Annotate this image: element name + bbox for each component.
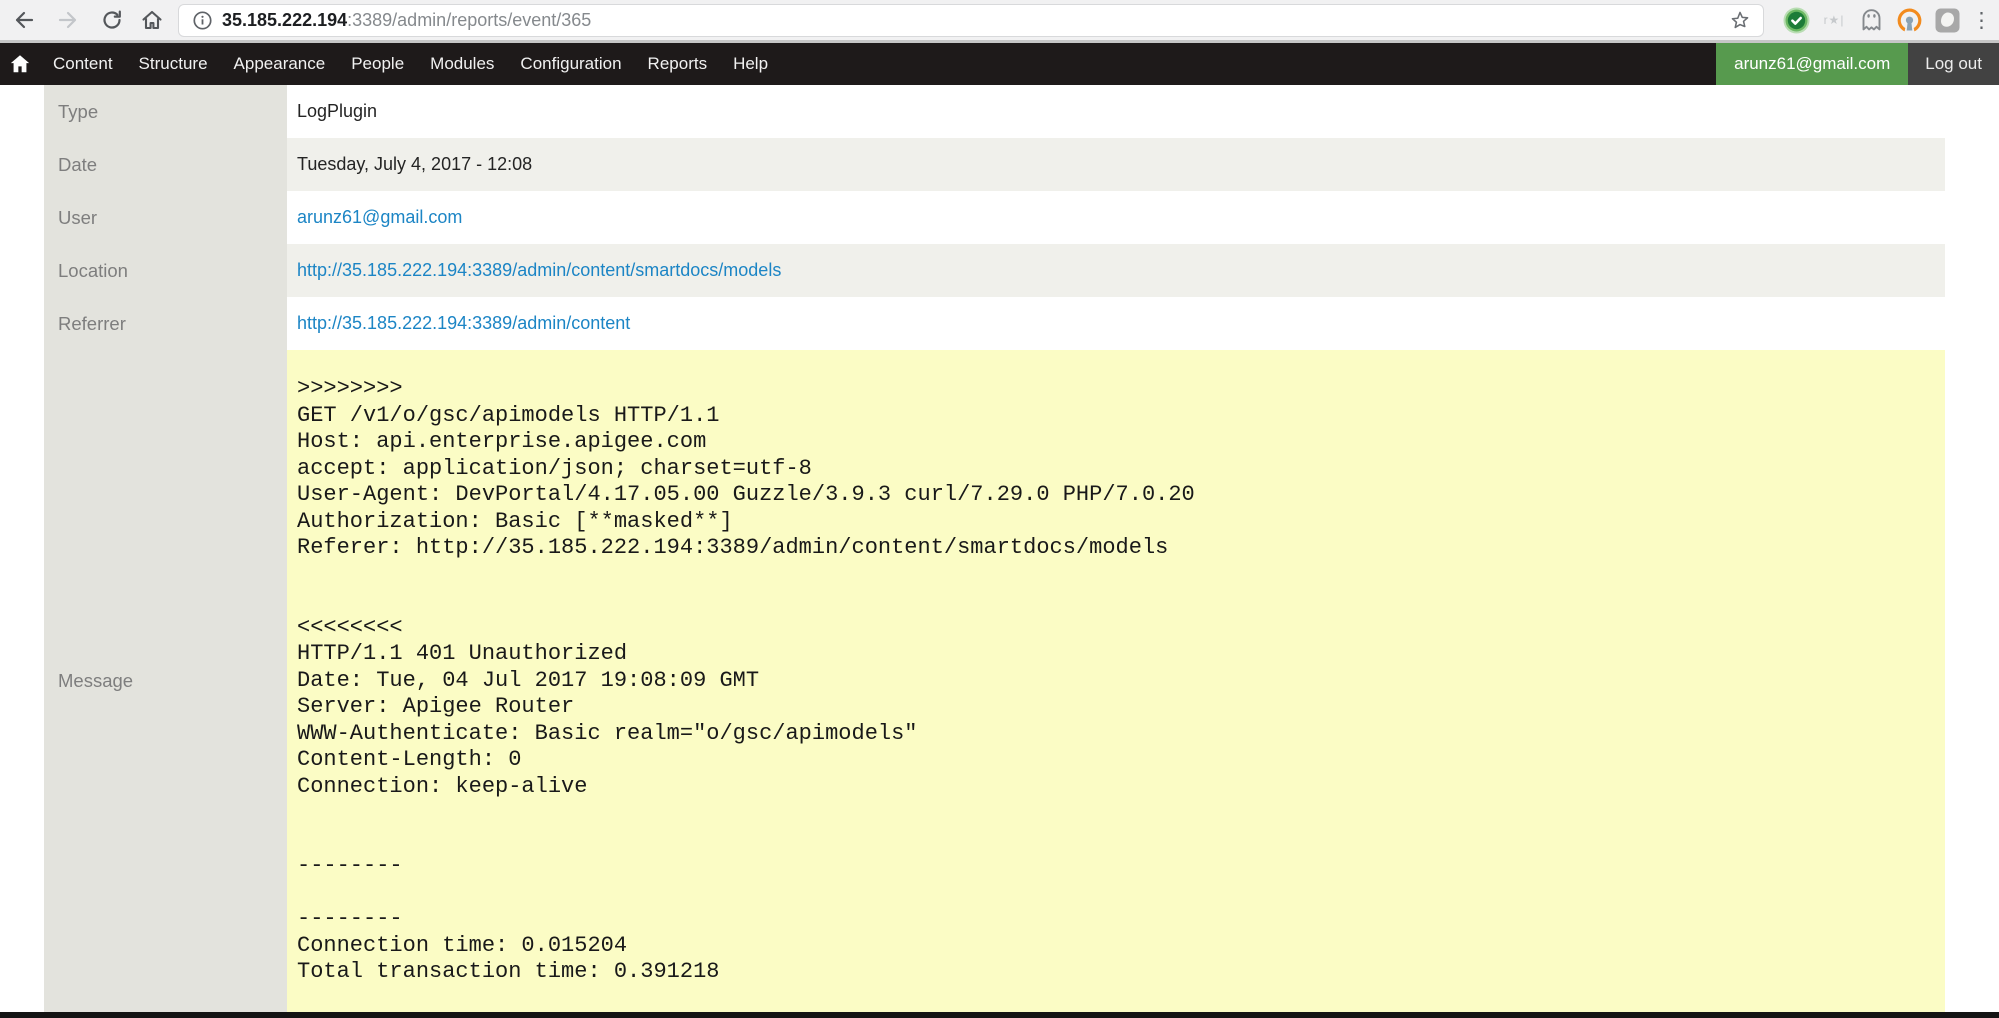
address-bar[interactable]: 35.185.222.194:3389/admin/reports/event/…: [178, 4, 1764, 37]
field-value-referrer: http://35.185.222.194:3389/admin/content: [287, 297, 1945, 350]
vpn-extension-icon[interactable]: [1896, 7, 1923, 34]
field-value-date: Tuesday, July 4, 2017 - 12:08: [287, 138, 1945, 191]
forward-button[interactable]: [56, 8, 80, 32]
gray-tile-extension-icon[interactable]: [1934, 7, 1961, 34]
home-button[interactable]: [140, 8, 164, 32]
home-icon: [140, 8, 164, 32]
disabled-extension-icon[interactable]: r★|: [1821, 7, 1847, 34]
menu-item-help[interactable]: Help: [720, 43, 781, 85]
event-report-table: Type LogPlugin Date Tuesday, July 4, 201…: [44, 85, 1945, 1012]
green-check-extension-icon[interactable]: [1783, 7, 1810, 34]
field-value-type: LogPlugin: [287, 85, 1945, 138]
field-label-referrer: Referrer: [44, 297, 287, 350]
logout-button[interactable]: Log out: [1908, 43, 1999, 85]
field-value-user: arunz61@gmail.com: [287, 191, 1945, 244]
url-path: :3389/admin/reports/event/365: [347, 10, 591, 30]
forward-arrow-icon: [56, 8, 80, 32]
browser-chrome: 35.185.222.194:3389/admin/reports/event/…: [0, 0, 1999, 43]
date-value: Tuesday, July 4, 2017 - 12:08: [297, 154, 532, 175]
extensions-area: r★| ⋮: [1772, 7, 1999, 34]
menu-item-configuration[interactable]: Configuration: [507, 43, 634, 85]
admin-home-button[interactable]: [0, 43, 40, 85]
user-link[interactable]: arunz61@gmail.com: [297, 207, 462, 228]
field-label-user: User: [44, 191, 287, 244]
field-label-date: Date: [44, 138, 287, 191]
field-label-message: Message: [44, 350, 287, 1012]
menu-item-structure[interactable]: Structure: [126, 43, 221, 85]
menu-item-appearance[interactable]: Appearance: [221, 43, 339, 85]
field-label-location: Location: [44, 244, 287, 297]
menu-item-content[interactable]: Content: [40, 43, 126, 85]
field-value-message: >>>>>>>> GET /v1/o/gsc/apimodels HTTP/1.…: [287, 350, 1945, 1012]
field-value-location: http://35.185.222.194:3389/admin/content…: [287, 244, 1945, 297]
toolbar-spacer: [781, 43, 1716, 85]
menu-item-people[interactable]: People: [338, 43, 417, 85]
star-icon: [1729, 9, 1751, 31]
message-log-pre: >>>>>>>> GET /v1/o/gsc/apimodels HTTP/1.…: [287, 350, 1205, 986]
page-info-icon[interactable]: [193, 11, 212, 30]
house-icon: [9, 53, 31, 75]
ghost-extension-icon[interactable]: [1858, 7, 1885, 34]
url-host: 35.185.222.194: [222, 10, 347, 30]
url-text: 35.185.222.194:3389/admin/reports/event/…: [222, 10, 1729, 31]
type-value: LogPlugin: [297, 101, 377, 122]
refresh-button[interactable]: [100, 8, 124, 32]
refresh-icon: [100, 8, 124, 32]
browser-menu-button[interactable]: ⋮: [1971, 10, 1985, 31]
back-button[interactable]: [12, 8, 36, 32]
referrer-link[interactable]: http://35.185.222.194:3389/admin/content: [297, 313, 630, 334]
bottom-edge-bar: [0, 1012, 1999, 1018]
location-link[interactable]: http://35.185.222.194:3389/admin/content…: [297, 260, 781, 281]
admin-toolbar: Content Structure Appearance People Modu…: [0, 43, 1999, 85]
field-label-type: Type: [44, 85, 287, 138]
account-button[interactable]: arunz61@gmail.com: [1716, 43, 1908, 85]
bookmark-star-button[interactable]: [1729, 9, 1751, 31]
menu-item-modules[interactable]: Modules: [417, 43, 507, 85]
menu-item-reports[interactable]: Reports: [635, 43, 721, 85]
back-arrow-icon: [12, 8, 36, 32]
